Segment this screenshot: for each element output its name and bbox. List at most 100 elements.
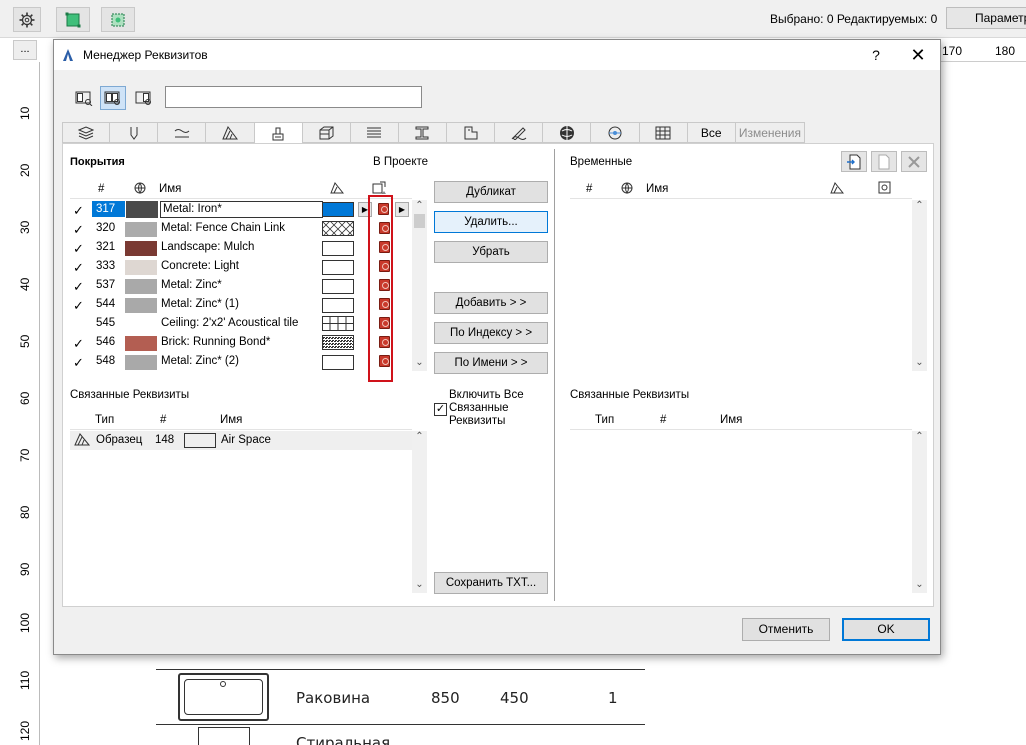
surfaces-scrollbar[interactable]: ⌃ ⌄ [412,200,427,371]
profiles-tab-icon[interactable] [398,122,447,143]
select-group-icon[interactable] [101,7,135,32]
close-button[interactable]: ✕ [907,45,929,65]
table-row[interactable]: Образец 148 Air Space [70,431,412,450]
fill-preview [322,298,354,313]
table-row[interactable]: ✓ 544 Metal: Zinc* (1) [70,295,412,314]
duplicate-button[interactable]: Дубликат [434,181,548,203]
fill-preview [322,202,354,217]
temporary-scrollbar[interactable]: ⌃ ⌄ [912,200,927,371]
pens-tab-icon[interactable] [110,122,159,143]
view-left-icon[interactable] [71,86,97,110]
color-swatch [125,241,157,256]
linked-list-right [570,431,912,593]
color-swatch [125,298,157,313]
ruler-label: 110 [18,670,32,690]
composites-tab-icon[interactable] [302,122,351,143]
expand-arrow-icon[interactable]: ▶ [395,202,409,217]
table-row[interactable]: ✓ 546 Brick: Running Bond* [70,333,412,352]
ok-button[interactable]: OK [842,618,930,641]
zone-categories-tab-icon[interactable] [447,122,496,143]
drawing-text: Стиральная [296,734,391,745]
temporary-section-title: Временные [570,156,633,168]
properties-tab-icon[interactable] [639,122,688,143]
delete-x-icon[interactable] [901,151,927,172]
color-swatch [125,279,157,294]
scroll-down-icon[interactable]: ⌄ [912,579,927,593]
table-row[interactable]: ✓ 333 Concrete: Light [70,257,412,276]
row-index: 317 [92,201,125,217]
fill-column-icon [830,182,845,197]
help-button[interactable]: ? [866,45,886,65]
surfaces-tab-icon[interactable] [254,122,303,145]
table-row[interactable]: ✓ 548 Metal: Zinc* (2) [70,352,412,371]
include-linked-checkbox[interactable]: ✓ [434,403,447,416]
selection-status: Выбрано: 0 Редактируемых: 0 [770,12,938,26]
table-row[interactable]: ✓ 321 Landscape: Mulch [70,238,412,257]
markup-styles-tab-icon[interactable] [495,122,544,143]
attribute-type-tabs: Все Изменения [62,122,806,145]
mep-systems-tab-icon[interactable] [543,122,592,143]
settings-gear-icon[interactable] [13,7,41,32]
check-icon: ✓ [73,241,84,256]
operation-profiles-tab-icon[interactable] [591,122,640,143]
archicad-logo-icon [63,49,73,61]
row-name: Air Space [221,434,271,446]
scroll-down-icon[interactable]: ⌄ [912,357,927,371]
add-button[interactable]: Добавить > > [434,292,548,314]
fills-tab-icon[interactable] [206,122,255,143]
row-index: 545 [96,317,116,329]
remove-button[interactable]: Убрать [434,241,548,263]
linked-scrollbar-right[interactable]: ⌃ ⌄ [912,431,927,593]
row-name: Metal: Zinc* [161,279,222,291]
scroll-thumb[interactable] [414,214,425,228]
scroll-up-icon[interactable]: ⌃ [912,200,927,214]
view-right-icon[interactable] [131,86,157,110]
color-swatch [126,201,158,218]
linked-table-header: Тип # Имя [70,411,412,430]
row-index: 548 [96,355,116,367]
table-row[interactable]: ✓ 320 Metal: Fence Chain Link [70,219,412,238]
row-name: Brick: Running Bond* [161,336,271,348]
fill-preview [322,260,354,275]
delete-button[interactable]: Удалить... [434,211,548,233]
row-index: 321 [96,241,116,253]
line-types-tab-icon[interactable] [158,122,207,143]
in-project-label: В Проекте [373,156,429,168]
by-index-button[interactable]: По Индексу > > [434,322,548,344]
fill-preview [322,335,354,353]
content-panel: Покрытия В Проекте # Имя ✓ 317 Metal: Ir… [62,143,934,607]
scroll-down-icon[interactable]: ⌄ [412,579,427,593]
layers-tab-icon[interactable] [62,122,111,143]
new-file-icon[interactable] [871,151,897,172]
save-txt-button[interactable]: Сохранить TXT... [434,572,548,594]
ruler-label: 50 [18,334,32,348]
building-materials-tab-icon[interactable] [350,122,399,143]
table-row[interactable]: ✓ 317 Metal: Iron* ▶ ▶ [70,200,412,219]
by-name-button[interactable]: По Имени > > [434,352,548,374]
linked-list: Образец 148 Air Space [70,431,412,593]
row-name: Metal: Iron* [160,201,323,218]
open-file-icon[interactable] [841,151,867,172]
scroll-down-icon[interactable]: ⌄ [412,357,427,371]
scroll-up-icon[interactable]: ⌃ [412,431,427,445]
search-input[interactable] [165,86,422,108]
parameters-button[interactable]: Параметры [946,7,1026,29]
globe-column-icon [621,182,633,197]
row-index: 333 [96,260,116,272]
select-element-icon[interactable] [56,7,90,32]
more-button[interactable]: ... [13,40,37,60]
tab-all[interactable]: Все [687,122,736,143]
scroll-up-icon[interactable]: ⌃ [412,200,427,214]
cancel-button[interactable]: Отменить [742,618,830,641]
color-swatch [125,260,157,275]
tab-changes[interactable]: Изменения [735,122,806,143]
table-row[interactable]: 545 Ceiling: 2'x2' Acoustical tile [70,314,412,333]
view-both-icon[interactable] [100,86,126,110]
linked-attributes-title: Связанные Реквизиты [70,389,190,401]
scroll-up-icon[interactable]: ⌃ [912,431,927,445]
table-row[interactable]: ✓ 537 Metal: Zinc* [70,276,412,295]
left-ruler: 10 20 30 40 50 60 70 80 90 100 110 120 [13,62,40,745]
col-name-header: Имя [220,414,243,426]
linked-scrollbar[interactable]: ⌃ ⌄ [412,431,427,593]
row-name: Ceiling: 2'x2' Acoustical tile [161,317,299,329]
